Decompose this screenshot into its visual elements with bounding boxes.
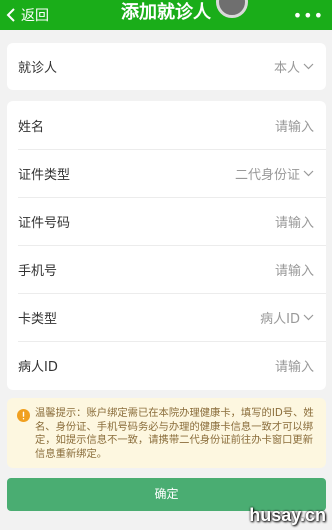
nav-bar: 返回 添加就诊人 ••• (0, 0, 332, 30)
card-type-label: 卡类型 (18, 311, 58, 327)
phone-field-row[interactable]: 手机号 请输入 (7, 245, 326, 293)
more-menu-button[interactable]: ••• (293, 0, 324, 30)
chevron-down-icon (303, 170, 314, 176)
patient-selector-value-text: 本人 (273, 61, 300, 76)
name-input[interactable]: 请输入 (275, 116, 314, 135)
phone-label: 手机号 (18, 263, 58, 279)
watermark: husay.cn (249, 505, 326, 525)
name-label: 姓名 (18, 119, 45, 135)
id-type-select[interactable]: 二代身份证 (235, 164, 314, 183)
id-type-label: 证件类型 (18, 167, 71, 183)
binding-notice: 温馨提示：账户绑定需已在本院办理健康卡，填写的ID号、姓名、身份证、手机号码务必… (7, 398, 326, 468)
patient-selector-row[interactable]: 就诊人 本人 (7, 43, 326, 90)
id-type-field-row[interactable]: 证件类型 二代身份证 (7, 149, 326, 197)
patient-id-field-row[interactable]: 病人ID 请输入 (7, 341, 326, 389)
patient-selector-card: 就诊人 本人 (7, 43, 326, 90)
page-title: 添加就诊人 (121, 2, 211, 23)
notice-text: 温馨提示：账户绑定需已在本院办理健康卡，填写的ID号、姓名、身份证、手机号码务必… (35, 407, 314, 460)
patient-selector-value: 本人 (274, 57, 314, 76)
patient-id-label: 病人ID (18, 359, 58, 375)
chevron-down-icon (303, 314, 314, 320)
id-type-value: 二代身份证 (234, 167, 300, 183)
phone-input[interactable]: 请输入 (275, 260, 314, 279)
card-type-field-row[interactable]: 卡类型 病人ID (7, 293, 326, 341)
card-type-value: 病人ID (260, 311, 300, 327)
name-field-row[interactable]: 姓名 请输入 (7, 101, 326, 149)
patient-info-form: 姓名 请输入 证件类型 二代身份证 证件号码 请输入 手机号 请输入 卡类型 病… (7, 101, 326, 390)
id-number-label: 证件号码 (18, 215, 71, 231)
chevron-down-icon (303, 63, 314, 70)
card-type-select[interactable]: 病人ID (260, 308, 314, 327)
warning-icon (17, 409, 30, 422)
patient-selector-label: 就诊人 (18, 61, 58, 76)
id-number-field-row[interactable]: 证件号码 请输入 (7, 197, 326, 245)
patient-id-input[interactable]: 请输入 (275, 356, 314, 375)
id-number-input[interactable]: 请输入 (275, 212, 314, 231)
